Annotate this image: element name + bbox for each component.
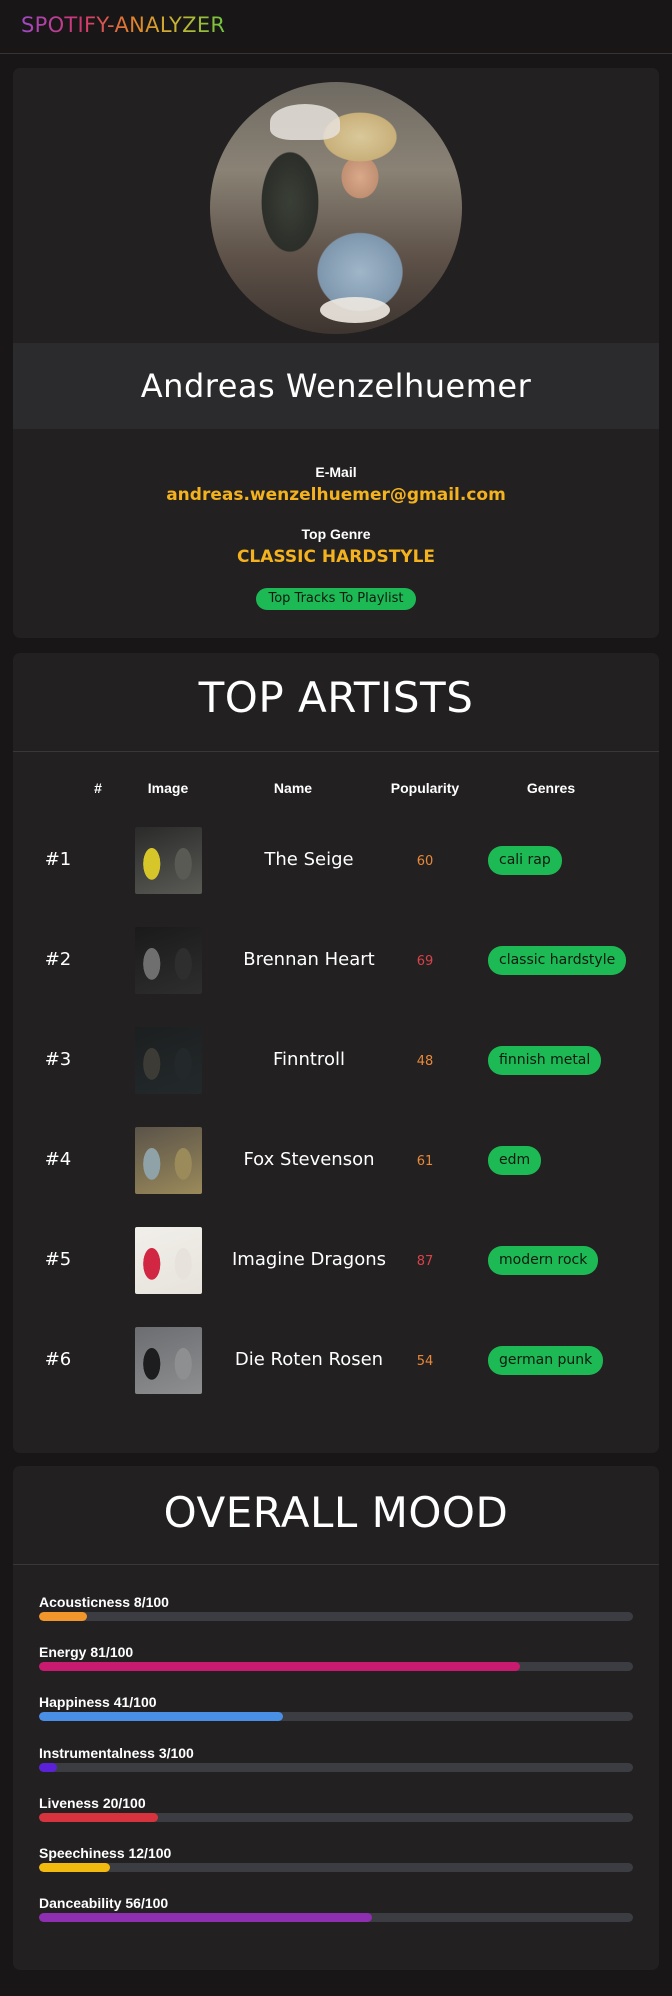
artist-popularity: 60 <box>416 854 434 869</box>
progress-track <box>39 1712 633 1721</box>
artist-rank: #3 <box>44 1049 72 1070</box>
mood-speechiness: Speechiness 12/100 <box>39 1845 633 1885</box>
mood-label: Liveness 20/100 <box>39 1795 146 1811</box>
artist-popularity: 54 <box>416 1354 434 1369</box>
progress-fill <box>39 1913 372 1922</box>
mood-happiness: Happiness 41/100 <box>39 1694 633 1734</box>
artist-popularity: 87 <box>416 1254 434 1269</box>
email-label: E-Mail <box>315 464 357 480</box>
artist-row[interactable]: #2 Brennan Heart 69 classic hardstyle <box>13 927 659 995</box>
artist-image <box>135 1127 202 1194</box>
artist-rank: #4 <box>44 1149 72 1170</box>
top-tracks-to-playlist-button[interactable]: Top Tracks To Playlist <box>256 588 416 610</box>
mood-label: Speechiness 12/100 <box>39 1845 172 1861</box>
column-header-name: Name <box>273 780 313 796</box>
mood-instrumentalness: Instrumentalness 3/100 <box>39 1745 633 1785</box>
email-value: andreas.wenzelhuemer@gmail.com <box>166 485 506 505</box>
artist-name: Imagine Dragons <box>231 1249 387 1270</box>
progress-track <box>39 1612 633 1621</box>
mood-label: Danceability 56/100 <box>39 1895 169 1911</box>
mood-label: Energy 81/100 <box>39 1644 134 1660</box>
mood-liveness: Liveness 20/100 <box>39 1795 633 1835</box>
mood-danceability: Danceability 56/100 <box>39 1895 633 1935</box>
artist-name: Finntroll <box>273 1049 345 1070</box>
artist-rank: #2 <box>44 949 72 970</box>
artist-name: Fox Stevenson <box>243 1149 375 1170</box>
profile-avatar <box>210 82 462 334</box>
top-artists-title: TOP ARTISTS <box>198 673 474 722</box>
genre-badge: cali rap <box>488 846 562 875</box>
progress-fill <box>39 1712 283 1721</box>
divider <box>13 1564 659 1565</box>
artist-image <box>135 827 202 894</box>
artist-row[interactable]: #3 Finntroll 48 finnish metal <box>13 1027 659 1095</box>
artist-row[interactable]: #4 Fox Stevenson 61 edm <box>13 1127 659 1195</box>
mood-energy: Energy 81/100 <box>39 1644 633 1684</box>
mood-acousticness: Acousticness 8/100 <box>39 1594 633 1634</box>
progress-track <box>39 1863 633 1872</box>
progress-fill <box>39 1863 111 1872</box>
artist-name: The Seige <box>264 849 354 870</box>
genre-badge: finnish metal <box>488 1046 602 1075</box>
artist-rank: #5 <box>44 1249 72 1270</box>
genre-badge: edm <box>488 1146 542 1175</box>
column-header-rank: # <box>94 780 102 796</box>
genre-badge: classic hardstyle <box>488 946 627 975</box>
artist-image <box>135 927 202 994</box>
artist-rank: #1 <box>44 849 72 870</box>
divider <box>13 751 659 752</box>
brand-logo[interactable]: SPOTIFY-ANALYZER <box>21 13 225 37</box>
column-header-image: Image <box>147 780 189 796</box>
column-header-genres: Genres <box>526 780 576 796</box>
artist-rank: #6 <box>44 1349 72 1370</box>
artist-image <box>135 1027 202 1094</box>
artist-name: Brennan Heart <box>243 949 375 970</box>
progress-track <box>39 1813 633 1822</box>
artist-popularity: 69 <box>416 954 434 969</box>
top-genre-label: Top Genre <box>301 526 371 542</box>
profile-name: Andreas Wenzelhuemer <box>140 367 532 405</box>
mood-label: Instrumentalness 3/100 <box>39 1745 194 1761</box>
genre-badge: modern rock <box>488 1246 599 1275</box>
artist-row[interactable]: #5 Imagine Dragons 87 modern rock <box>13 1227 659 1295</box>
mood-label: Acousticness 8/100 <box>39 1594 169 1610</box>
top-bar: SPOTIFY-ANALYZER <box>0 0 672 54</box>
artist-row[interactable]: #1 The Seige 60 cali rap <box>13 827 659 895</box>
progress-track <box>39 1662 633 1671</box>
progress-fill <box>39 1763 57 1772</box>
artist-row[interactable]: #6 Die Roten Rosen 54 german punk <box>13 1327 659 1395</box>
profile-name-band: Andreas Wenzelhuemer <box>13 343 659 429</box>
artist-image <box>135 1327 202 1394</box>
progress-track <box>39 1913 633 1922</box>
progress-fill <box>39 1612 87 1621</box>
overall-mood-card: OVERALL MOOD Acousticness 8/100 Energy 8… <box>13 1466 659 1970</box>
genre-badge: german punk <box>488 1346 604 1375</box>
overall-mood-title: OVERALL MOOD <box>163 1488 509 1537</box>
progress-track <box>39 1763 633 1772</box>
progress-fill <box>39 1813 158 1822</box>
mood-label: Happiness 41/100 <box>39 1694 157 1710</box>
artist-popularity: 48 <box>416 1054 434 1069</box>
top-genre-value: CLASSIC HARDSTYLE <box>236 547 436 567</box>
top-artists-card: TOP ARTISTS # Image Name Popularity Genr… <box>13 653 659 1453</box>
profile-card: Andreas Wenzelhuemer E-Mail andreas.wenz… <box>13 68 659 638</box>
progress-fill <box>39 1662 521 1671</box>
artist-name: Die Roten Rosen <box>234 1349 384 1370</box>
column-header-popularity: Popularity <box>390 780 460 796</box>
artist-image <box>135 1227 202 1294</box>
artist-popularity: 61 <box>416 1154 434 1169</box>
